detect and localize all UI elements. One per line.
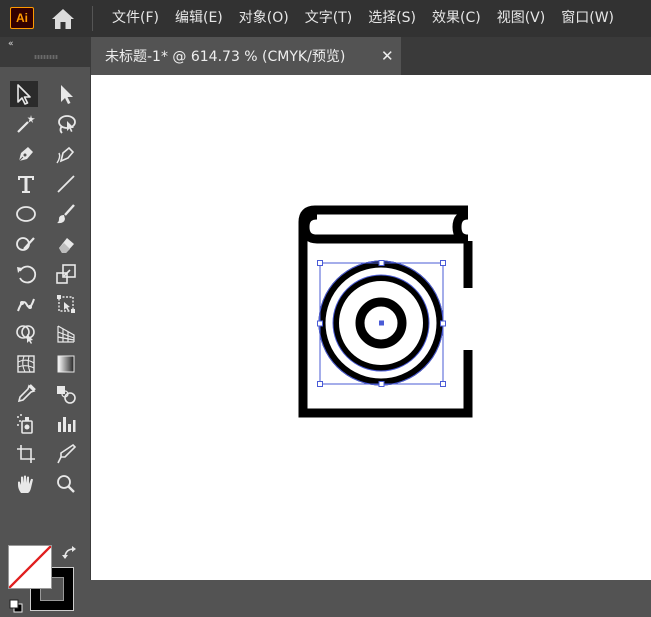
menu-type[interactable]: 文字(T) <box>297 0 360 37</box>
symbol-sprayer-icon[interactable] <box>12 411 40 437</box>
default-colors-icon[interactable] <box>9 598 23 613</box>
hand-icon[interactable] <box>12 471 40 497</box>
menu-object[interactable]: 对象(O) <box>231 0 297 37</box>
paintbrush-icon[interactable] <box>52 201 80 227</box>
artboard-icon[interactable] <box>12 441 40 467</box>
column-graph-icon[interactable] <box>52 411 80 437</box>
handle-top-right <box>440 260 446 266</box>
free-transform-icon[interactable] <box>52 291 80 317</box>
selection-arrow-icon[interactable] <box>10 81 38 107</box>
menu-window[interactable]: 窗口(W) <box>553 0 622 37</box>
document-tab-bar: 未标题-1* @ 614.73 % (CMYK/预览) ✕ <box>91 37 651 75</box>
document-tab[interactable]: 未标题-1* @ 614.73 % (CMYK/预览) ✕ <box>91 37 401 75</box>
menu-select[interactable]: 选择(S) <box>360 0 424 37</box>
shape-builder-icon[interactable] <box>12 321 40 347</box>
tools-panel: « <box>0 37 91 613</box>
collapse-panel-icon[interactable]: « <box>8 39 14 49</box>
panel-grip-icon[interactable] <box>34 55 58 59</box>
center-point <box>379 320 384 326</box>
mesh-icon[interactable] <box>12 351 40 377</box>
menu-file[interactable]: 文件(F) <box>104 0 167 37</box>
shaper-icon[interactable] <box>12 231 40 257</box>
pen-icon[interactable] <box>12 141 40 167</box>
eyedropper-icon[interactable] <box>12 381 40 407</box>
handle-top-left <box>317 260 323 266</box>
menu-divider <box>92 6 93 31</box>
handle-bottom-left <box>317 381 323 387</box>
menu-view[interactable]: 视图(V) <box>489 0 554 37</box>
tools-panel-header[interactable]: « <box>0 37 91 67</box>
lasso-icon[interactable] <box>52 111 80 137</box>
home-icon[interactable] <box>50 7 76 31</box>
close-icon[interactable]: ✕ <box>381 47 394 65</box>
zoom-icon[interactable] <box>52 471 80 497</box>
artwork <box>298 205 473 418</box>
menu-effect[interactable]: 效果(C) <box>424 0 489 37</box>
artboard-canvas[interactable] <box>91 75 651 580</box>
menu-edit[interactable]: 编辑(E) <box>167 0 231 37</box>
ellipse-icon[interactable] <box>12 201 40 227</box>
app-logo: Ai <box>10 7 34 29</box>
curvature-pen-icon[interactable] <box>52 141 80 167</box>
handle-middle-left <box>317 320 323 327</box>
perspective-grid-icon[interactable] <box>52 321 80 347</box>
menu-bar: Ai 文件(F) 编辑(E) 对象(O) 文字(T) 选择(S) 效果(C) 视… <box>0 0 651 37</box>
fill-swatch[interactable] <box>8 545 52 589</box>
handle-bottom-right <box>440 381 446 387</box>
direct-selection-icon[interactable] <box>52 81 80 107</box>
rotate-icon[interactable] <box>12 261 40 287</box>
swap-fill-stroke-icon[interactable] <box>62 545 78 561</box>
slice-icon[interactable] <box>52 441 80 467</box>
type-icon[interactable] <box>12 171 40 197</box>
scale-icon[interactable] <box>52 261 80 287</box>
line-segment-icon[interactable] <box>52 171 80 197</box>
blend-icon[interactable] <box>52 381 80 407</box>
eraser-icon[interactable] <box>52 231 80 257</box>
gradient-icon[interactable] <box>52 351 80 377</box>
menu-items: 文件(F) 编辑(E) 对象(O) 文字(T) 选择(S) 效果(C) 视图(V… <box>104 0 622 37</box>
app-logo-text: Ai <box>16 11 28 25</box>
handle-middle-right <box>440 320 446 327</box>
magic-wand-icon[interactable] <box>12 111 40 137</box>
handle-top-center <box>378 260 385 266</box>
document-tab-title: 未标题-1* @ 614.73 % (CMYK/预览) <box>105 49 346 65</box>
puppet-warp-icon[interactable] <box>12 291 40 317</box>
handle-bottom-center <box>378 381 385 387</box>
